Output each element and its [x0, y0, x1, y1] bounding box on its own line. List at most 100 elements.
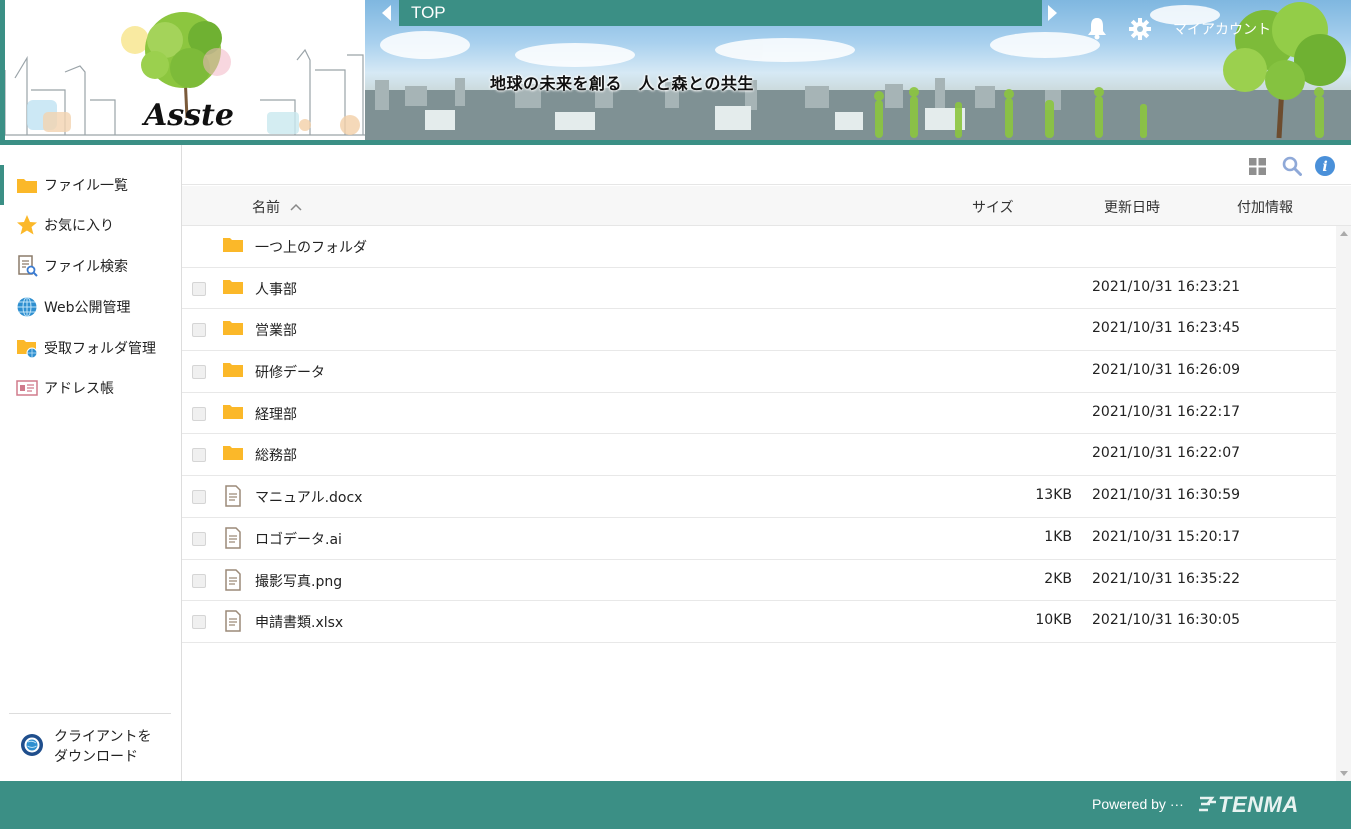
column-header-extra[interactable]: 付加情報: [1237, 197, 1293, 217]
row-checkbox[interactable]: [192, 281, 206, 296]
row-checkbox[interactable]: [192, 615, 206, 630]
sidebar-item-file-search[interactable]: ファイル検索: [0, 246, 181, 286]
table-row[interactable]: マニュアル.docx 13KB 2021/10/31 16:30:59: [182, 476, 1336, 518]
row-name: 総務部: [255, 448, 297, 465]
table-row[interactable]: 経理部 2021/10/31 16:22:17: [182, 393, 1336, 435]
column-header-size[interactable]: サイズ: [972, 197, 1014, 217]
breadcrumb-title: TOP: [411, 3, 446, 22]
scroll-down-arrow-icon[interactable]: [1340, 771, 1348, 776]
file-list-panel: i 名前 サイズ 更新日時 付加情報 一つ上のフォルダ 人事部 2021/10/3…: [182, 145, 1351, 781]
tenma-logo: TENMA: [1198, 792, 1299, 818]
file-icon: [224, 568, 242, 595]
sidebar-item-label: お気に入り: [44, 218, 114, 234]
download-label-line2: ダウンロード: [54, 749, 138, 765]
table-row[interactable]: 撮影写真.png 2KB 2021/10/31 16:35:22: [182, 560, 1336, 602]
parent-folder-label: 一つ上のフォルダ: [255, 240, 367, 256]
row-date: 2021/10/31 16:23:45: [1092, 320, 1241, 337]
my-account-link[interactable]: マイアカウント: [1173, 19, 1271, 39]
folder-icon: [222, 278, 244, 300]
footer: Powered by ··· TENMA: [0, 781, 1351, 829]
nav-prev-arrow-icon[interactable]: [382, 5, 391, 21]
bell-icon[interactable]: [1086, 16, 1108, 44]
folder-icon: [222, 236, 244, 258]
scroll-up-arrow-icon[interactable]: [1340, 231, 1348, 236]
table-row[interactable]: 研修データ 2021/10/31 16:26:09: [182, 351, 1336, 393]
sidebar-item-address-book[interactable]: アドレス帳: [0, 368, 181, 408]
row-checkbox[interactable]: [192, 323, 206, 338]
row-checkbox[interactable]: [192, 365, 206, 380]
logo-text: Asste: [144, 98, 234, 133]
sidebar-item-label: ファイル検索: [44, 259, 128, 275]
file-icon: [224, 485, 242, 511]
row-name: ロゴデータ.ai: [255, 531, 342, 548]
sidebar-item-web-publish[interactable]: Web公開管理: [0, 287, 181, 327]
row-name: 人事部: [255, 281, 297, 298]
table-row[interactable]: 営業部 2021/10/31 16:23:45: [182, 309, 1336, 352]
header: Asste TOP 地球の未来を創る 人と森との共生 マイアカウント: [0, 0, 1351, 145]
sidebar-item-receive-folder[interactable]: 受取フォルダ管理: [0, 328, 181, 368]
table-header: 名前 サイズ 更新日時 付加情報: [182, 186, 1351, 226]
row-size: 2KB: [1044, 570, 1072, 587]
folder-icon: [16, 174, 38, 196]
row-size: 1KB: [1044, 528, 1072, 545]
row-checkbox[interactable]: [192, 573, 206, 588]
row-name: 経理部: [255, 406, 297, 423]
sidebar-item-label: ファイル一覧: [44, 178, 128, 194]
row-date: 2021/10/31 16:23:21: [1092, 278, 1241, 295]
column-header-name[interactable]: 名前: [252, 197, 280, 217]
row-date: 2021/10/31 16:22:07: [1092, 445, 1241, 462]
row-size: 13KB: [1035, 487, 1072, 504]
receive-folder-icon: [16, 337, 38, 359]
row-name: 営業部: [255, 323, 297, 340]
folder-icon: [222, 444, 244, 466]
powered-by-text: Powered by ···: [1092, 796, 1184, 812]
row-date: 2021/10/31 16:26:09: [1092, 362, 1241, 379]
breadcrumb-bar[interactable]: TOP: [399, 0, 1042, 26]
file-icon: [224, 527, 242, 553]
column-header-date[interactable]: 更新日時: [1104, 197, 1160, 217]
tenma-logo-text: TENMA: [1218, 792, 1299, 817]
row-name: 研修データ: [255, 365, 325, 382]
row-date: 2021/10/31 16:35:22: [1092, 570, 1241, 587]
sidebar-item-label: Web公開管理: [44, 300, 131, 316]
row-checkbox[interactable]: [192, 490, 206, 505]
sidebar-item-favorites[interactable]: お気に入り: [0, 205, 181, 245]
row-name: マニュアル.docx: [255, 490, 363, 507]
row-date: 2021/10/31 15:20:17: [1092, 528, 1241, 545]
client-download-icon: [20, 733, 44, 761]
table-row[interactable]: 申請書類.xlsx 10KB 2021/10/31 16:30:05: [182, 601, 1336, 643]
sidebar-item-label: アドレス帳: [44, 381, 114, 397]
table-row[interactable]: 人事部 2021/10/31 16:23:21: [182, 268, 1336, 310]
row-name: 申請書類.xlsx: [255, 615, 344, 632]
star-icon: [16, 214, 38, 236]
table-row[interactable]: 総務部 2021/10/31 16:22:07: [182, 434, 1336, 477]
table-row[interactable]: ロゴデータ.ai 1KB 2021/10/31 15:20:17: [182, 518, 1336, 560]
parent-folder-row[interactable]: 一つ上のフォルダ: [182, 226, 1336, 268]
client-download-button[interactable]: クライアントを ダウンロード: [20, 727, 151, 767]
download-label-line1: クライアントを: [54, 729, 152, 745]
sidebar-item-file-list[interactable]: ファイル一覧: [0, 165, 181, 205]
folder-icon: [222, 319, 244, 341]
row-date: 2021/10/31 16:30:59: [1092, 487, 1241, 504]
row-checkbox[interactable]: [192, 406, 206, 421]
search-icon[interactable]: [1282, 156, 1302, 180]
row-checkbox[interactable]: [192, 531, 206, 546]
file-icon: [224, 610, 242, 636]
folder-icon: [222, 403, 244, 425]
sort-ascending-icon[interactable]: [290, 199, 302, 215]
sidebar: ファイル一覧 お気に入り ファイル検索 Web公開管理 受取フォルダ管理 アドレ…: [0, 145, 182, 781]
grid-view-icon[interactable]: [1249, 158, 1266, 179]
toolbar: i: [182, 145, 1351, 185]
row-name: 撮影写真.png: [255, 573, 343, 590]
row-date: 2021/10/31 16:22:17: [1092, 403, 1241, 420]
nav-next-arrow-icon[interactable]: [1048, 5, 1057, 21]
gear-icon[interactable]: [1128, 17, 1152, 45]
row-checkbox[interactable]: [192, 448, 206, 463]
logo[interactable]: Asste: [0, 0, 365, 140]
folder-icon: [222, 361, 244, 383]
sidebar-divider: [9, 713, 171, 714]
address-card-icon: [16, 377, 38, 399]
svg-text:i: i: [1322, 159, 1327, 175]
vertical-scrollbar[interactable]: [1336, 226, 1351, 781]
info-icon[interactable]: i: [1315, 156, 1335, 180]
